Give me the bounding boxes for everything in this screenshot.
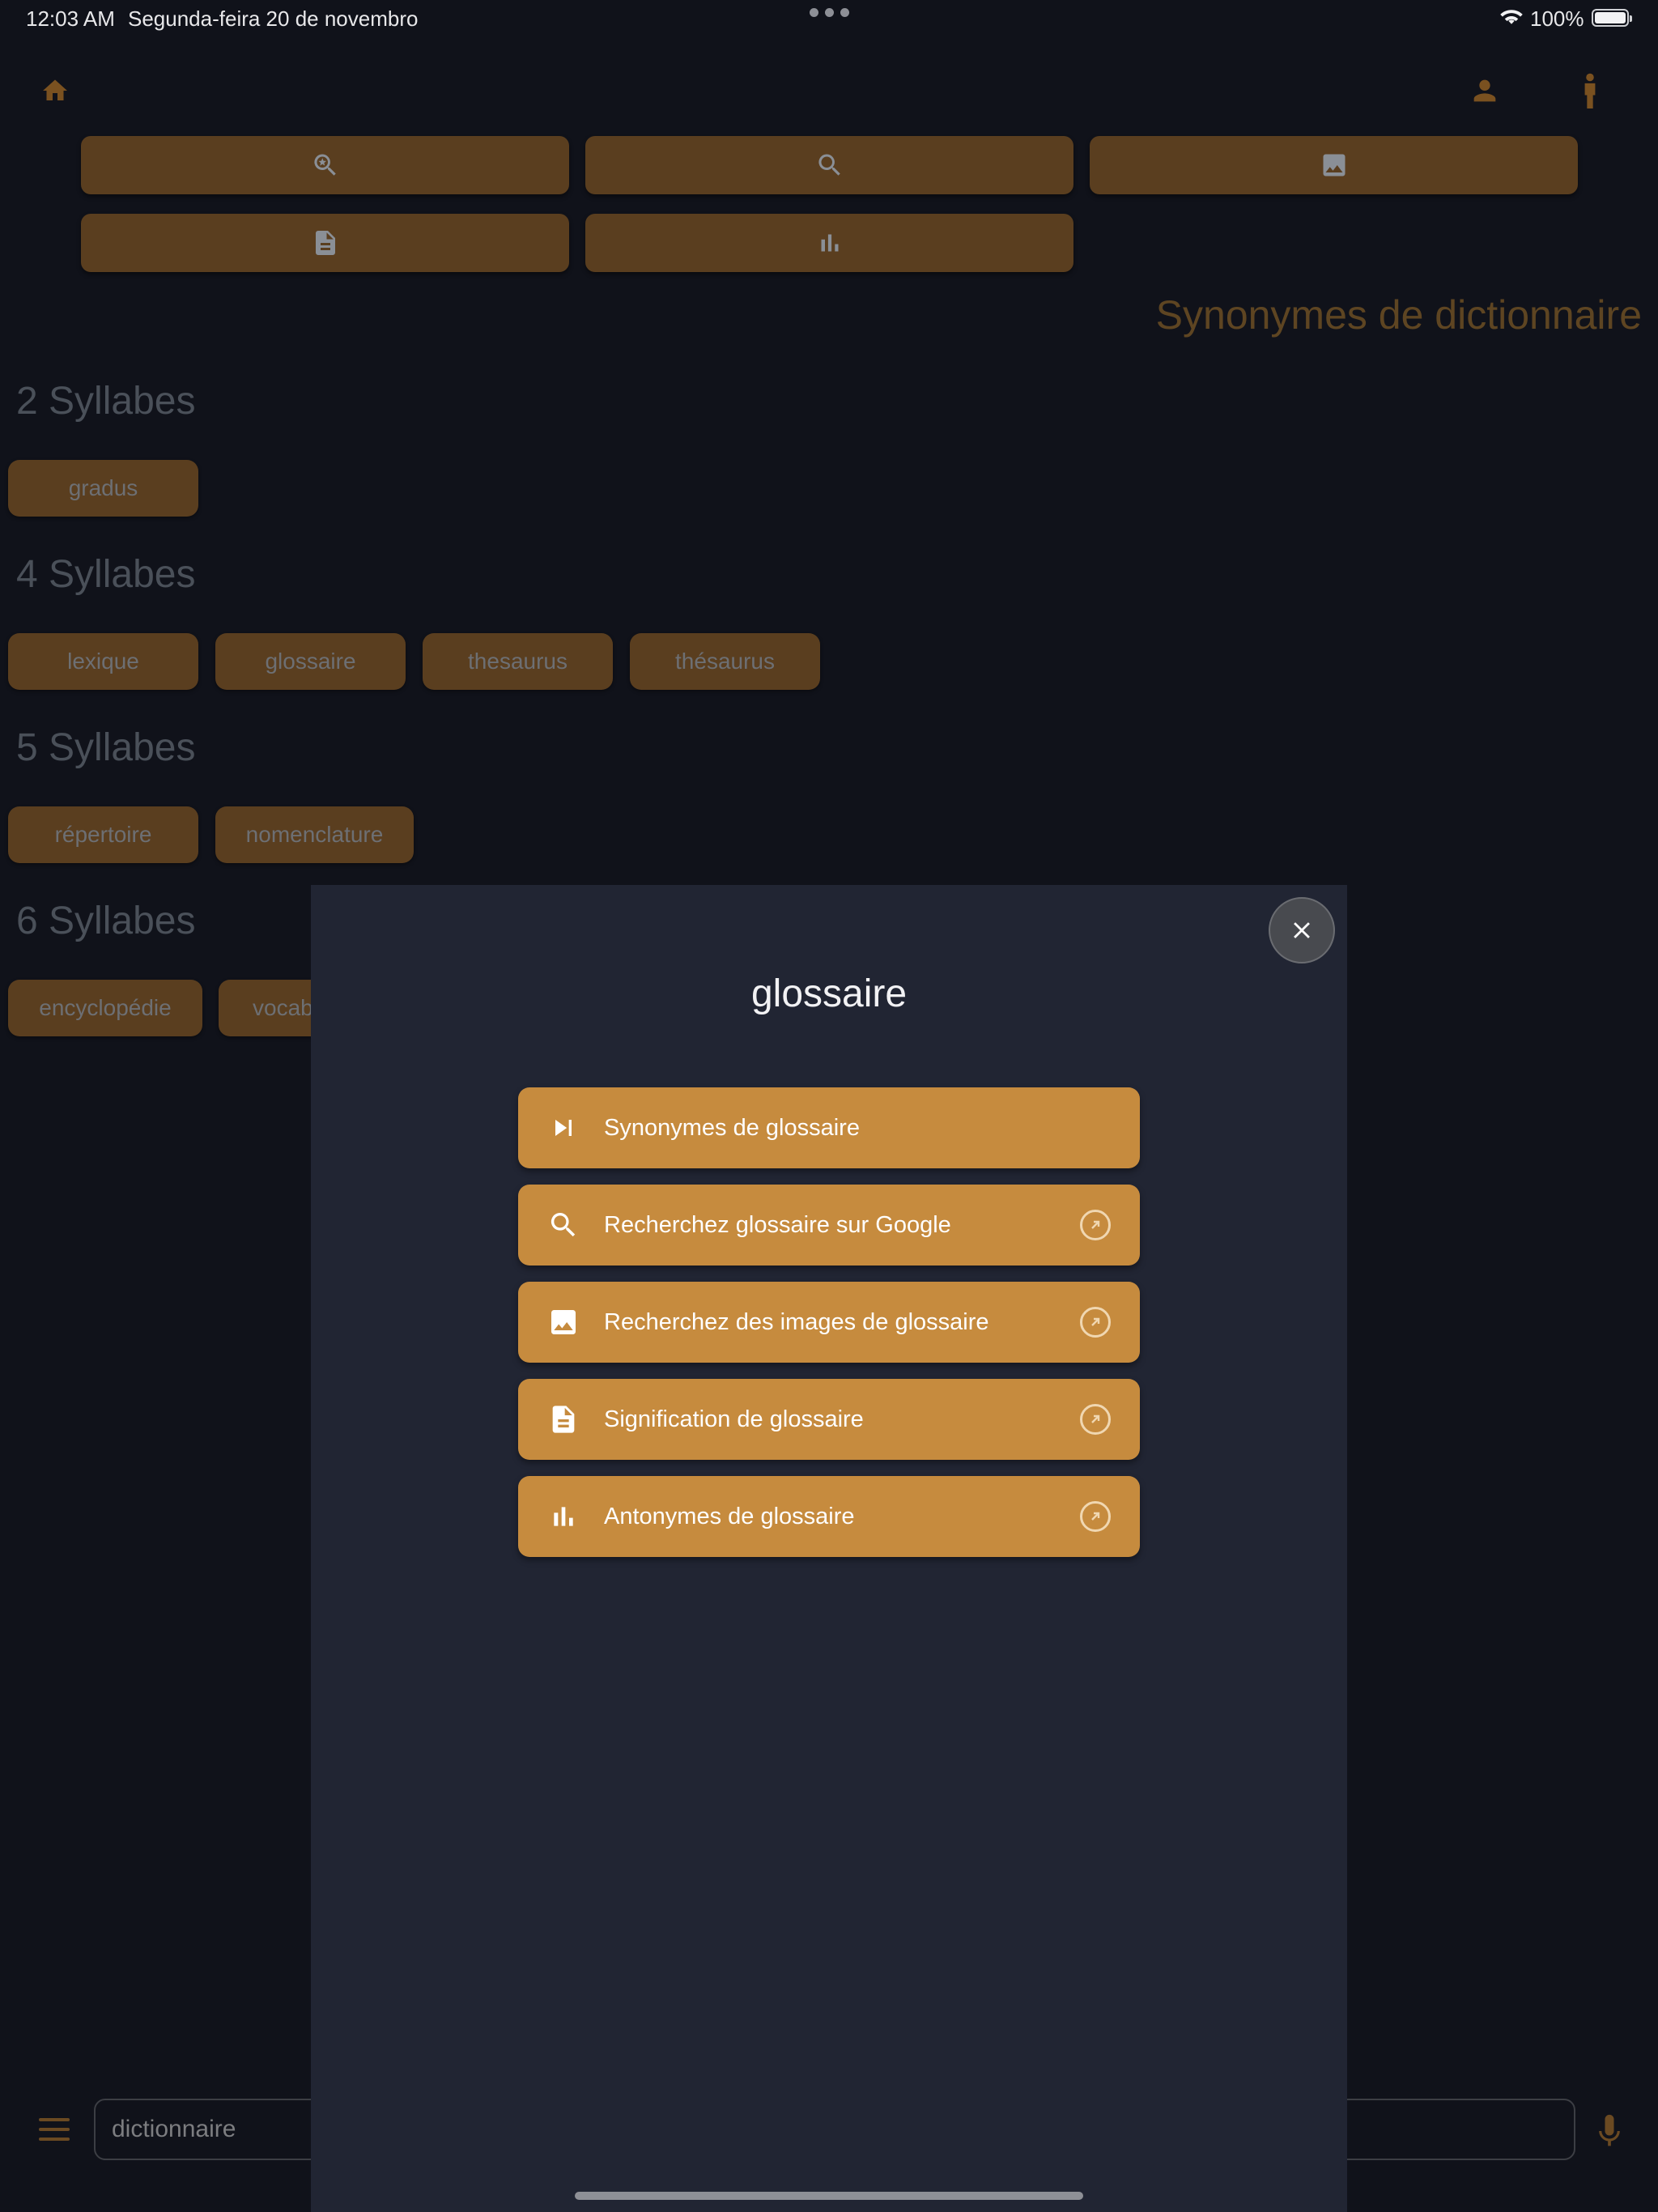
close-icon: [1294, 922, 1310, 938]
word-chip[interactable]: glossaire: [215, 633, 406, 690]
word-chip[interactable]: encyclopédie: [8, 980, 202, 1036]
external-link-icon: [1080, 1307, 1111, 1338]
menu-icon[interactable]: [39, 2118, 70, 2147]
zoom-search-button[interactable]: [81, 136, 569, 194]
status-bar: 12:03 AM Segunda-feira 20 de novembro 10…: [0, 0, 1658, 39]
page-title: Synonymes de dictionnaire: [1155, 292, 1642, 338]
word-chip[interactable]: thesaurus: [423, 633, 613, 690]
multitasking-dots-icon[interactable]: [810, 8, 849, 17]
definition-action[interactable]: Signification de glossaire: [518, 1379, 1140, 1460]
battery-percent: 100%: [1530, 6, 1584, 31]
external-link-icon: [1080, 1210, 1111, 1240]
search-button[interactable]: [585, 136, 1073, 194]
image-icon: [551, 1310, 576, 1334]
status-time: 12:03 AM: [26, 6, 115, 31]
section-heading-6: 6 Syllabes: [16, 900, 196, 942]
bar-chart-icon: [554, 1507, 573, 1526]
accessibility-person-icon[interactable]: [1577, 73, 1603, 108]
section-heading-5: 5 Syllabes: [16, 726, 196, 769]
wifi-icon: [1500, 10, 1523, 24]
skip-next-icon: [555, 1120, 572, 1136]
word-chip[interactable]: lexique: [8, 633, 198, 690]
image-search-action[interactable]: Recherchez des images de glossaire: [518, 1282, 1140, 1363]
document-icon: [315, 231, 335, 255]
home-indicator[interactable]: [575, 2192, 1083, 2200]
modal-title: glossaire: [750, 972, 908, 1015]
section-heading-2: 2 Syllabes: [16, 380, 196, 423]
action-label: Antonymes de glossaire: [604, 1503, 855, 1529]
image-icon: [1323, 154, 1345, 177]
google-search-action[interactable]: Recherchez glossaire sur Google: [518, 1185, 1140, 1266]
word-chip[interactable]: nomenclature: [215, 806, 414, 863]
search-icon: [551, 1213, 576, 1237]
external-link-icon: [1080, 1501, 1111, 1532]
bar-chart-icon: [821, 234, 838, 252]
zoom-search-icon: [313, 154, 336, 176]
action-label: Recherchez glossaire sur Google: [604, 1211, 951, 1238]
external-link-icon: [1080, 1404, 1111, 1435]
microphone-icon[interactable]: [1595, 2113, 1624, 2149]
battery-icon: [1592, 9, 1632, 27]
antonyms-button[interactable]: [585, 214, 1073, 272]
word-chip[interactable]: gradus: [8, 460, 198, 517]
section-heading-4: 4 Syllabes: [16, 553, 196, 596]
word-chip[interactable]: répertoire: [8, 806, 198, 863]
action-label: Recherchez des images de glossaire: [604, 1308, 989, 1335]
document-icon: [552, 1406, 575, 1433]
action-label: Signification de glossaire: [604, 1406, 864, 1432]
status-date: Segunda-feira 20 de novembro: [128, 6, 419, 31]
image-search-button[interactable]: [1090, 136, 1578, 194]
word-chip[interactable]: thésaurus: [630, 633, 820, 690]
antonyms-action[interactable]: Antonymes de glossaire: [518, 1476, 1140, 1557]
search-icon: [818, 154, 840, 176]
profile-icon[interactable]: [1469, 74, 1501, 107]
home-icon[interactable]: [40, 76, 70, 105]
definition-button[interactable]: [81, 214, 569, 272]
close-button[interactable]: [1269, 897, 1335, 963]
synonyms-action[interactable]: Synonymes de glossaire: [518, 1087, 1140, 1168]
action-label: Synonymes de glossaire: [604, 1114, 860, 1141]
